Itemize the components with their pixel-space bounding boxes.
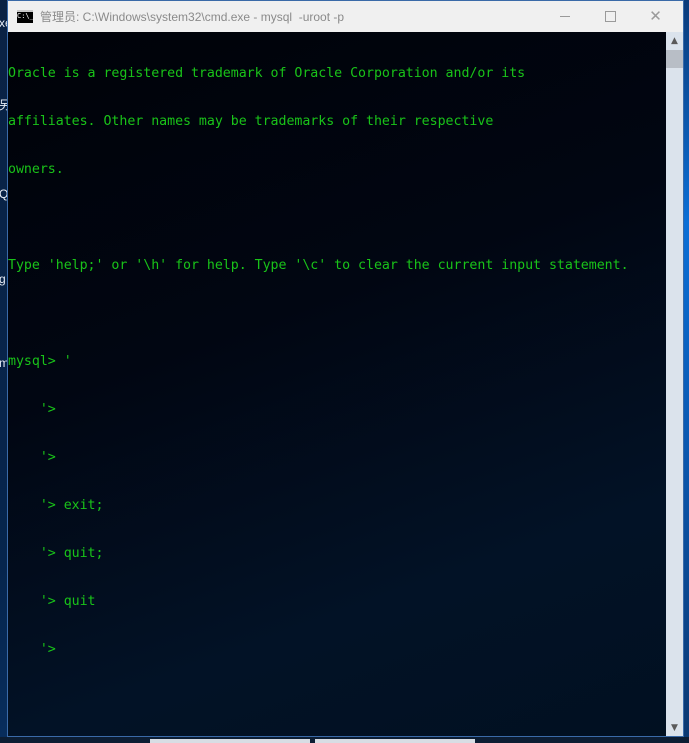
minimize-icon bbox=[559, 15, 570, 17]
continuation-prompt-line: '> bbox=[8, 450, 56, 465]
cmd-icon: C:\_ bbox=[17, 10, 34, 23]
cmd-window: C:\_ 管理员: C:\Windows\system32\cmd.exe - … bbox=[7, 0, 684, 737]
console-line: Oracle is a registered trademark of Orac… bbox=[8, 66, 526, 81]
desktop-icon-label: g bbox=[0, 272, 6, 286]
continuation-prompt-line: '> quit; bbox=[8, 546, 104, 561]
continuation-prompt-line: '> bbox=[8, 402, 56, 417]
console-text: Oracle is a registered trademark of Orac… bbox=[8, 34, 629, 690]
continuation-prompt-line: '> quit bbox=[8, 594, 96, 609]
console-line: affiliates. Other names may be trademark… bbox=[8, 114, 494, 129]
taskbar-edge bbox=[0, 737, 689, 743]
continuation-prompt-line: '> bbox=[8, 642, 56, 657]
desktop-edge bbox=[684, 0, 689, 743]
scroll-up-button[interactable]: ▲ bbox=[666, 32, 683, 49]
taskbar-item[interactable] bbox=[150, 739, 310, 743]
close-icon: ✕ bbox=[649, 6, 662, 25]
vertical-scrollbar[interactable]: ▲ ▼ bbox=[666, 32, 683, 736]
maximize-button[interactable] bbox=[588, 1, 633, 31]
taskbar-item[interactable] bbox=[315, 739, 475, 743]
console-line: Type 'help;' or '\h' for help. Type '\c'… bbox=[8, 258, 629, 273]
console-output[interactable]: Oracle is a registered trademark of Orac… bbox=[8, 32, 666, 736]
chevron-down-icon: ▼ bbox=[671, 722, 678, 733]
chevron-up-icon: ▲ bbox=[671, 35, 678, 46]
continuation-prompt-line: '> exit; bbox=[8, 498, 104, 513]
maximize-icon bbox=[605, 10, 616, 22]
minimize-button[interactable] bbox=[542, 1, 587, 31]
mysql-prompt-line: mysql> ' bbox=[8, 354, 72, 369]
scroll-down-button[interactable]: ▼ bbox=[666, 719, 683, 736]
scroll-thumb[interactable] bbox=[666, 50, 683, 68]
title-bar[interactable]: C:\_ 管理员: C:\Windows\system32\cmd.exe - … bbox=[8, 1, 683, 32]
window-title: 管理员: C:\Windows\system32\cmd.exe - mysql… bbox=[40, 10, 345, 24]
console-line: owners. bbox=[8, 162, 64, 177]
close-button[interactable]: ✕ bbox=[633, 1, 678, 31]
